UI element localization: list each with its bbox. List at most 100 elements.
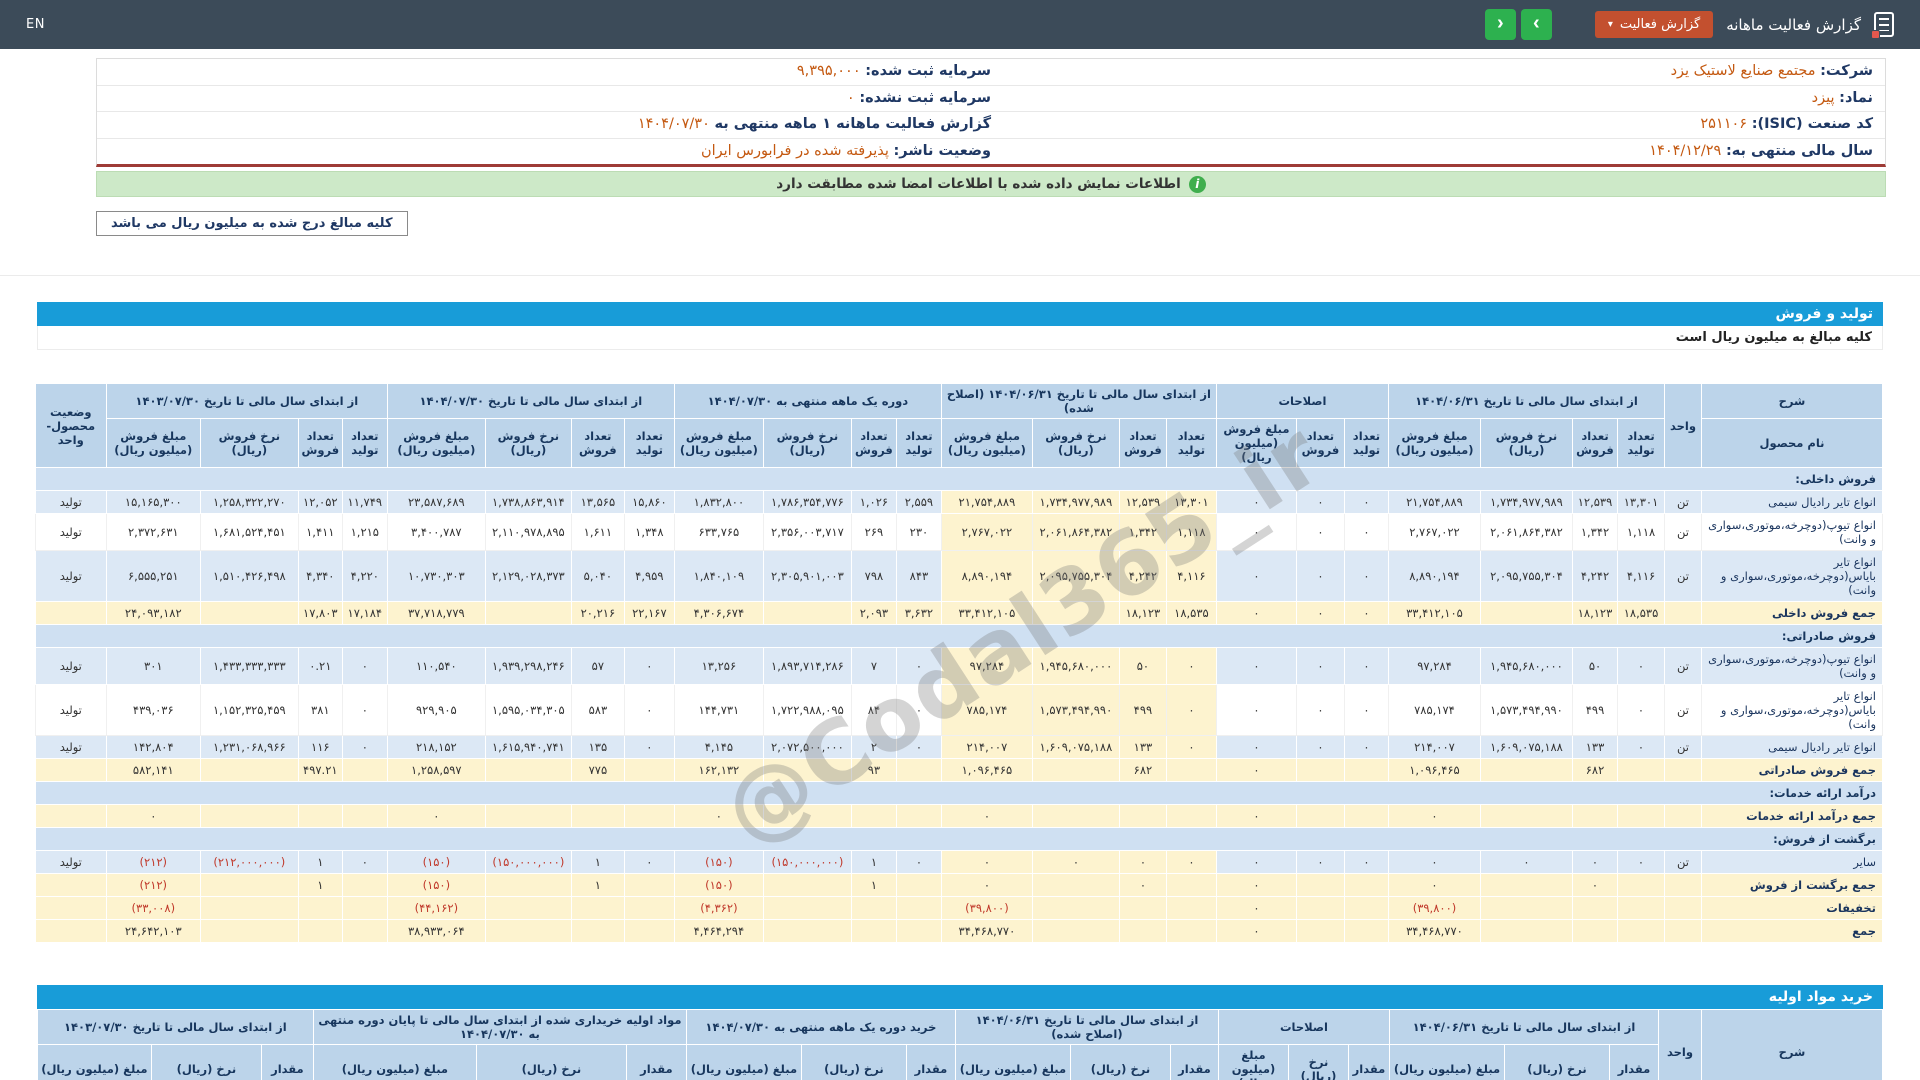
value-cell: ۰ <box>623 735 675 760</box>
value-cell <box>1295 804 1345 829</box>
value-cell: ۰ <box>1295 490 1345 515</box>
column-header: نرخ (ریال) <box>1287 1044 1349 1080</box>
value-cell <box>341 804 388 829</box>
table-row: انواع تایر رادیال سیمی تن ۱۳,۳۰۱ ۱۲,۵۳۹ ۱,۷۳… <box>34 490 1883 515</box>
report-pager: › ‹ <box>1484 9 1552 40</box>
value-cell <box>1118 896 1167 921</box>
value-cell: ۰ <box>1215 873 1297 898</box>
value-cell: ۷۸۵,۱۷۴ <box>1387 684 1482 737</box>
value-cell: ۰ <box>1215 647 1297 686</box>
column-header: نام محصول <box>1701 418 1883 469</box>
row-label-cell: جمع فروش صادراتی <box>1701 758 1883 783</box>
value-cell <box>850 919 897 944</box>
value-cell: ۰ <box>1343 490 1389 515</box>
info-label: سرمایه ثبت نشده: <box>859 89 991 106</box>
value-cell: ۴,۴۶۴,۲۹۴ <box>673 919 764 944</box>
value-cell <box>1664 601 1702 626</box>
value-cell: ۱,۳۴۲ <box>1572 513 1618 552</box>
column-header: مبلغ فروش (میلیون ریال) <box>673 418 764 469</box>
value-cell: ۰ <box>1215 804 1297 829</box>
row-label-cell: جمع فروش داخلی <box>1701 601 1883 626</box>
value-cell: ۰ <box>1617 850 1665 875</box>
value-cell: ۱,۰۹۶,۴۶۵ <box>940 758 1033 783</box>
value-cell: ۱,۷۲۲,۹۸۸,۰۹۵ <box>762 684 852 737</box>
language-toggle[interactable]: EN <box>26 17 45 32</box>
value-cell: (۱۵۰) <box>386 850 486 875</box>
value-cell: ۱,۳۴۲ <box>1118 513 1167 552</box>
report-type-dropdown[interactable]: گزارش فعالیت ▾ <box>1594 11 1714 38</box>
value-cell: ۳۷,۷۱۸,۷۷۹ <box>386 601 486 626</box>
value-cell <box>1031 804 1120 829</box>
value-cell: ۶۳۳,۷۶۵ <box>673 513 764 552</box>
value-cell <box>484 873 572 898</box>
value-cell: ۰ <box>1343 550 1389 603</box>
value-cell: ۱,۴۳۳,۳۳۳,۳۳۳ <box>199 647 299 686</box>
column-header: مبلغ فروش (میلیون ریال) <box>105 418 201 469</box>
column-header: مبلغ فروش (میلیون ریال) <box>1215 418 1297 469</box>
column-header: نرخ فروش (ریال) <box>1480 418 1573 469</box>
value-cell <box>34 896 107 921</box>
value-cell: ۱ <box>850 873 897 898</box>
value-cell <box>570 919 625 944</box>
section-row: برگشت از فروش: <box>34 827 1884 852</box>
info-label: کد صنعت (ISIC): <box>1751 116 1873 133</box>
value-cell: ۱,۹۴۵,۶۸۰,۰۰۰ <box>1031 647 1120 686</box>
info-icon: i <box>1188 175 1206 193</box>
row-label-cell: انواع تایر رادیال سیمی <box>1701 490 1883 515</box>
column-header: تعداد تولید <box>1617 418 1665 469</box>
column-header: مقدار <box>260 1044 314 1080</box>
value-cell: ۰ <box>623 850 675 875</box>
value-cell: ۲۱۴,۰۰۷ <box>940 735 1033 760</box>
value-cell: ۱۸,۵۳۵ <box>1617 601 1665 626</box>
value-cell: ۰ <box>341 735 388 760</box>
report-type-label: گزارش فعالیت <box>1619 17 1701 32</box>
value-cell: ۱,۴۱۱ <box>297 513 343 552</box>
value-cell: ۰ <box>1295 684 1345 737</box>
value-cell: ۳۳,۴۱۲,۱۰۵ <box>1387 601 1482 626</box>
info-cell: سرمایه ثبت نشده: ۰ <box>109 89 991 109</box>
column-group-header: اصلاحات <box>1215 383 1389 420</box>
value-cell <box>199 873 299 898</box>
column-header: نرخ (ریال) <box>1069 1044 1171 1080</box>
row-label-cell: جمع برگشت از فروش <box>1701 873 1883 898</box>
prev-report-button[interactable]: ‹ <box>1484 9 1516 40</box>
value-cell <box>570 896 625 921</box>
value-cell: ۱۱,۷۴۹ <box>341 490 388 515</box>
value-cell <box>1031 873 1120 898</box>
value-cell: ۲,۰۹۵,۷۵۵,۳۰۴ <box>1480 550 1573 603</box>
value-cell: ۲,۰۹۵,۷۵۵,۳۰۴ <box>1031 550 1120 603</box>
value-cell <box>1295 919 1345 944</box>
value-cell <box>895 896 942 921</box>
value-cell: ۰ <box>895 850 942 875</box>
value-cell: ۸۴ <box>850 684 897 737</box>
table-row: جمع فروش داخلی ۱۸,۵۳۵ ۱۸,۱۲۳ ۳۳,۴۱۲,۱۰۵ ۰ ۰ ۰ ۱… <box>34 601 1883 626</box>
value-cell: ۰ <box>1617 647 1665 686</box>
value-cell <box>570 804 625 829</box>
table-row: انواع تایر بایاس(دوچرخه،موتوری،سواری و و… <box>34 684 1883 737</box>
value-cell: ۲,۷۶۷,۰۲۲ <box>1387 513 1482 552</box>
value-cell: ۱۳,۲۵۶ <box>673 647 764 686</box>
value-cell: ۰ <box>1295 850 1345 875</box>
value-cell <box>1295 896 1345 921</box>
signature-match-notice: i اطلاعات نمایش داده شده با اطلاعات امضا… <box>96 171 1886 198</box>
value-cell: تن <box>1664 850 1702 875</box>
value-cell: ۰ <box>1572 850 1618 875</box>
next-report-button[interactable]: › <box>1520 9 1552 40</box>
value-cell <box>762 758 852 783</box>
column-header: نرخ فروش (ریال) <box>1031 418 1120 469</box>
value-cell <box>199 919 299 944</box>
value-cell: ۱۳,۳۰۱ <box>1617 490 1665 515</box>
value-cell <box>623 896 675 921</box>
info-cell: وضعیت ناشر: پذیرفته شده در فرابورس ایران <box>109 142 991 162</box>
value-cell: ۱۴۴,۷۳۱ <box>673 684 764 737</box>
value-cell <box>297 919 343 944</box>
info-value: پذیرفته شده در فرابورس ایران <box>700 142 889 159</box>
row-label-cell: تخفیفات <box>1701 896 1883 921</box>
value-cell: ۲,۱۱۰,۹۷۸,۸۹۵ <box>484 513 572 552</box>
value-cell <box>1343 873 1389 898</box>
value-cell: ۴۳۹,۰۳۶ <box>105 684 201 737</box>
value-cell: ۹۷,۲۸۴ <box>940 647 1033 686</box>
value-cell: ۹۳ <box>850 758 897 783</box>
value-cell <box>1480 873 1573 898</box>
value-cell: ۰ <box>1215 850 1297 875</box>
